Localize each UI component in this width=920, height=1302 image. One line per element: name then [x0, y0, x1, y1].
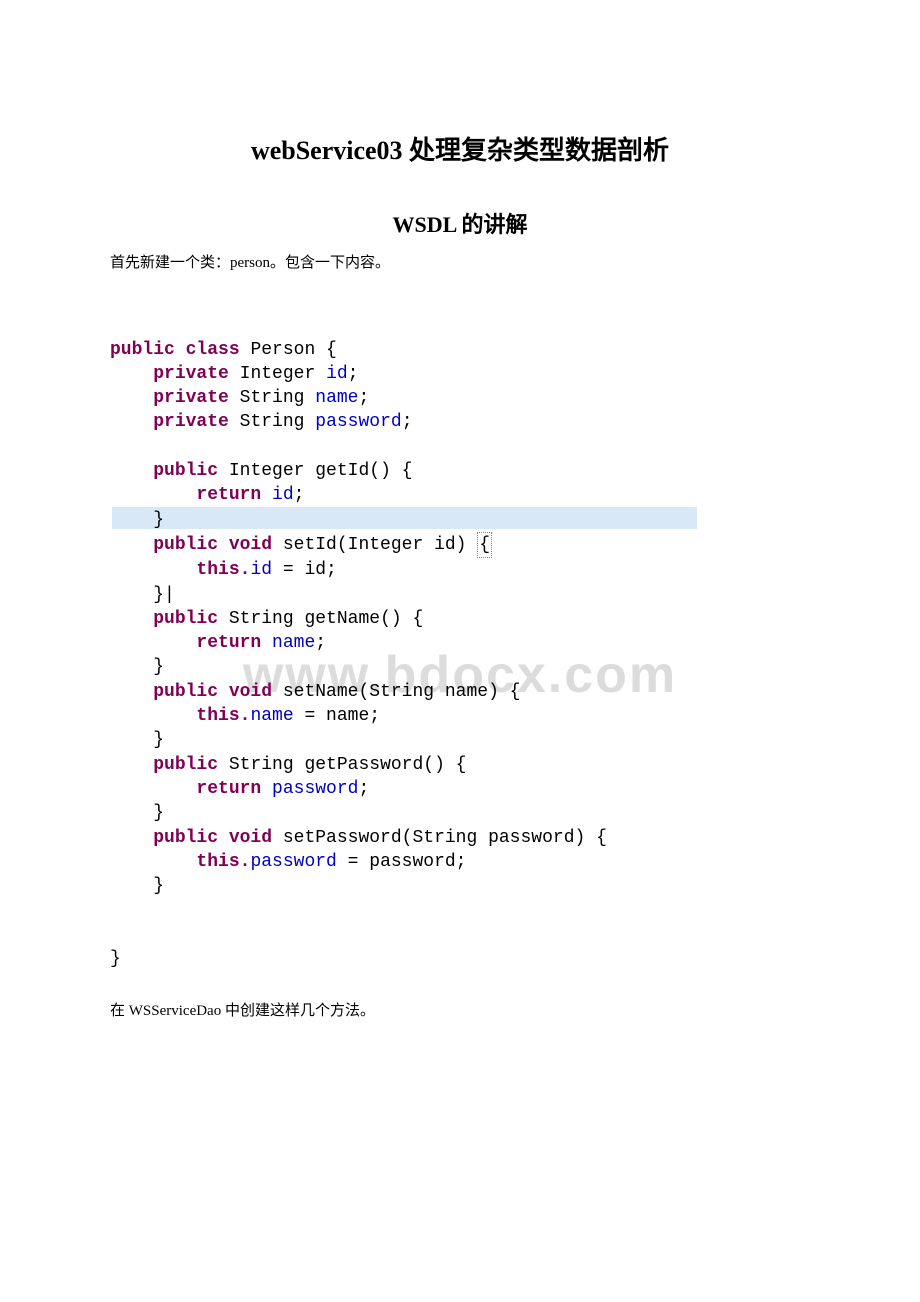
- keyword: this.: [196, 852, 250, 872]
- keyword: public: [153, 755, 229, 775]
- field: password: [272, 779, 358, 799]
- code-text: String: [240, 412, 316, 432]
- code-text: }: [153, 730, 164, 750]
- code-text: ;: [358, 779, 369, 799]
- code-text: Person {: [250, 340, 336, 360]
- keyword: public: [153, 609, 229, 629]
- field: password: [315, 412, 401, 432]
- code-text: Integer getId() {: [229, 461, 413, 481]
- field: id: [326, 364, 348, 384]
- code-text: }: [110, 949, 121, 969]
- code-text: }: [153, 657, 164, 677]
- document-subtitle: WSDL 的讲解: [110, 207, 810, 239]
- keyword: this.: [196, 560, 250, 580]
- code-text: ;: [294, 485, 305, 505]
- code-text: ;: [348, 364, 359, 384]
- code-text: }: [153, 803, 164, 823]
- intro-paragraph: 首先新建一个类：person。包含一下内容。: [110, 251, 810, 275]
- code-text: ;: [315, 633, 326, 653]
- code-text: Integer: [240, 364, 326, 384]
- code-text: setName(String name) {: [283, 682, 521, 702]
- field: id: [250, 560, 272, 580]
- editor-highlight-line: [112, 507, 697, 529]
- code-text: = name;: [294, 706, 380, 726]
- code-text: setId(Integer id): [283, 535, 477, 555]
- keyword: public void: [153, 828, 283, 848]
- code-text: setPassword(String password) {: [283, 828, 607, 848]
- keyword: return: [196, 633, 272, 653]
- code-text: String getPassword() {: [229, 755, 467, 775]
- field: name: [272, 633, 315, 653]
- code-text: String getName() {: [229, 609, 423, 629]
- code-text: = password;: [337, 852, 467, 872]
- code-text: }: [153, 510, 164, 530]
- keyword: public void: [153, 535, 283, 555]
- keyword: return: [196, 779, 272, 799]
- document-title: webService03 处理复杂类型数据剖析: [110, 130, 810, 167]
- code-text: = id;: [272, 560, 337, 580]
- field: name: [315, 388, 358, 408]
- field: name: [250, 706, 293, 726]
- keyword: this.: [196, 706, 250, 726]
- keyword: private: [153, 364, 239, 384]
- outro-paragraph: 在 WSServiceDao 中创建这样几个方法。: [110, 999, 810, 1023]
- keyword: return: [196, 485, 272, 505]
- keyword: public class: [110, 340, 250, 360]
- code-text: ;: [358, 388, 369, 408]
- code-block-person: public class Person { private Integer id…: [110, 289, 810, 971]
- code-text: }: [153, 585, 164, 605]
- keyword: private: [153, 412, 239, 432]
- keyword: private: [153, 388, 239, 408]
- field: password: [250, 852, 336, 872]
- keyword: public: [153, 461, 229, 481]
- code-text: }: [153, 876, 164, 896]
- code-text: String: [240, 388, 316, 408]
- keyword: public void: [153, 682, 283, 702]
- field: id: [272, 485, 294, 505]
- code-text: ;: [402, 412, 413, 432]
- cursor-box: {: [477, 532, 492, 558]
